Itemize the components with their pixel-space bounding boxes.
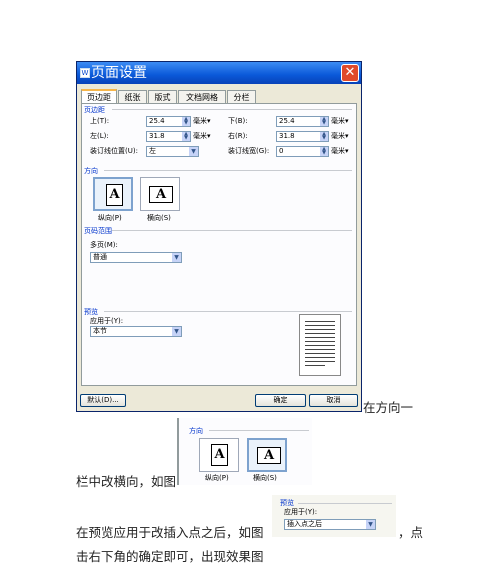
multiple-pages-label: 多页(M): <box>90 241 118 249</box>
apply-to-snippet: 预览 应用于(Y): 插入点之后 ▼ <box>272 495 396 537</box>
divider <box>104 311 352 312</box>
portrait-page-icon: A <box>211 444 228 466</box>
portrait-option[interactable]: A <box>199 438 239 472</box>
spin-arrows-icon[interactable]: ▲ ▼ <box>182 117 190 126</box>
paragraph-line-3: 在预览应用于改插入点之后，如图 <box>76 525 264 540</box>
chevron-down-icon[interactable]: ▼ <box>172 253 181 262</box>
apply-to-label: 应用于(Y): <box>284 508 318 516</box>
landscape-page-icon: A <box>257 447 281 464</box>
tab-doc-grid[interactable]: 文档网格 <box>178 90 226 103</box>
ok-button[interactable]: 确定 <box>255 394 306 407</box>
divider <box>112 109 352 110</box>
bottom-margin-input[interactable]: 25.4 ▲ ▼ <box>276 116 329 127</box>
gutter-position-label: 装订线位置(U): <box>90 147 138 155</box>
landscape-option[interactable]: A <box>140 177 180 211</box>
landscape-label: 横向(S) <box>147 214 171 222</box>
paragraph-line-3-end: ，点 <box>398 525 424 540</box>
unit-label: 毫米▾ <box>331 132 349 140</box>
tab-columns[interactable]: 分栏 <box>227 90 256 103</box>
gutter-position-select[interactable]: 左 ▼ <box>146 146 199 157</box>
unit-label: 毫米▾ <box>331 117 349 125</box>
landscape-page-icon: A <box>149 186 173 203</box>
gutter-label: 装订线宽(G): <box>228 147 270 155</box>
left-label: 左(L): <box>90 132 109 140</box>
spin-arrows-icon[interactable]: ▲ ▼ <box>320 117 328 126</box>
spin-arrows-icon[interactable]: ▲ ▼ <box>320 132 328 141</box>
chevron-down-icon[interactable]: ▼ <box>366 520 375 529</box>
right-margin-input[interactable]: 31.8 ▲ ▼ <box>276 131 329 142</box>
divider <box>112 230 352 231</box>
apply-to-label: 应用于(Y): <box>90 317 124 325</box>
chevron-down-icon[interactable]: ▼ <box>189 147 198 156</box>
paragraph-line-2: 栏中改横向，如图 <box>76 474 177 489</box>
preview-section-title: 预览 <box>280 499 294 507</box>
top-margin-input[interactable]: 25.4 ▲ ▼ <box>146 116 191 127</box>
title-bar: W 页面设置 ✕ <box>77 62 361 84</box>
portrait-label: 纵向(P) <box>205 474 229 482</box>
multiple-pages-select[interactable]: 普通 ▼ <box>90 252 182 263</box>
page-range-section-title: 页码范围 <box>84 227 112 235</box>
page-setup-dialog: W 页面设置 ✕ 页边距 纸张 版式 文档网格 分栏 页边距 上(T): 25.… <box>76 61 362 412</box>
paragraph-line-1: 在方向一 <box>363 400 414 415</box>
portrait-option[interactable]: A <box>93 177 133 211</box>
tab-layout[interactable]: 版式 <box>148 90 177 103</box>
page-preview <box>299 314 341 376</box>
orientation-section-title: 方向 <box>189 427 203 435</box>
orientation-snippet: 方向 A A 纵向(P) 横向(S) <box>177 418 312 485</box>
landscape-label: 横向(S) <box>253 474 277 482</box>
cancel-button[interactable]: 取消 <box>309 394 358 407</box>
portrait-label: 纵向(P) <box>98 214 122 222</box>
dialog-title: 页面设置 <box>91 65 147 81</box>
left-margin-input[interactable]: 31.8 ▲ ▼ <box>146 131 191 142</box>
spin-arrows-icon[interactable]: ▲ ▼ <box>182 132 190 141</box>
tab-margins[interactable]: 页边距 <box>81 89 117 104</box>
default-button[interactable]: 默认(D)... <box>80 394 126 407</box>
unit-label: 毫米▾ <box>193 132 211 140</box>
divider <box>209 430 309 431</box>
apply-to-select[interactable]: 插入点之后 ▼ <box>284 519 376 530</box>
paragraph-line-4: 击右下角的确定即可，出现效果图 <box>76 549 264 564</box>
app-icon: W <box>80 68 90 78</box>
divider <box>104 170 352 171</box>
landscape-option[interactable]: A <box>247 438 287 472</box>
portrait-page-icon: A <box>106 184 123 206</box>
gutter-input[interactable]: 0 ▲ ▼ <box>276 146 329 157</box>
apply-to-select[interactable]: 本节 ▼ <box>90 326 182 337</box>
unit-label: 毫米▾ <box>331 147 349 155</box>
divider <box>298 503 392 504</box>
preview-section-title: 预览 <box>84 308 98 316</box>
bottom-label: 下(B): <box>228 117 248 125</box>
spin-arrows-icon[interactable]: ▲ ▼ <box>320 147 328 156</box>
close-button[interactable]: ✕ <box>341 64 359 82</box>
unit-label: 毫米▾ <box>193 117 211 125</box>
chevron-down-icon[interactable]: ▼ <box>172 327 181 336</box>
orientation-section-title: 方向 <box>84 167 98 175</box>
top-label: 上(T): <box>90 117 110 125</box>
right-label: 右(R): <box>228 132 248 140</box>
tab-paper[interactable]: 纸张 <box>118 90 147 103</box>
margins-section-title: 页边距 <box>84 106 105 114</box>
